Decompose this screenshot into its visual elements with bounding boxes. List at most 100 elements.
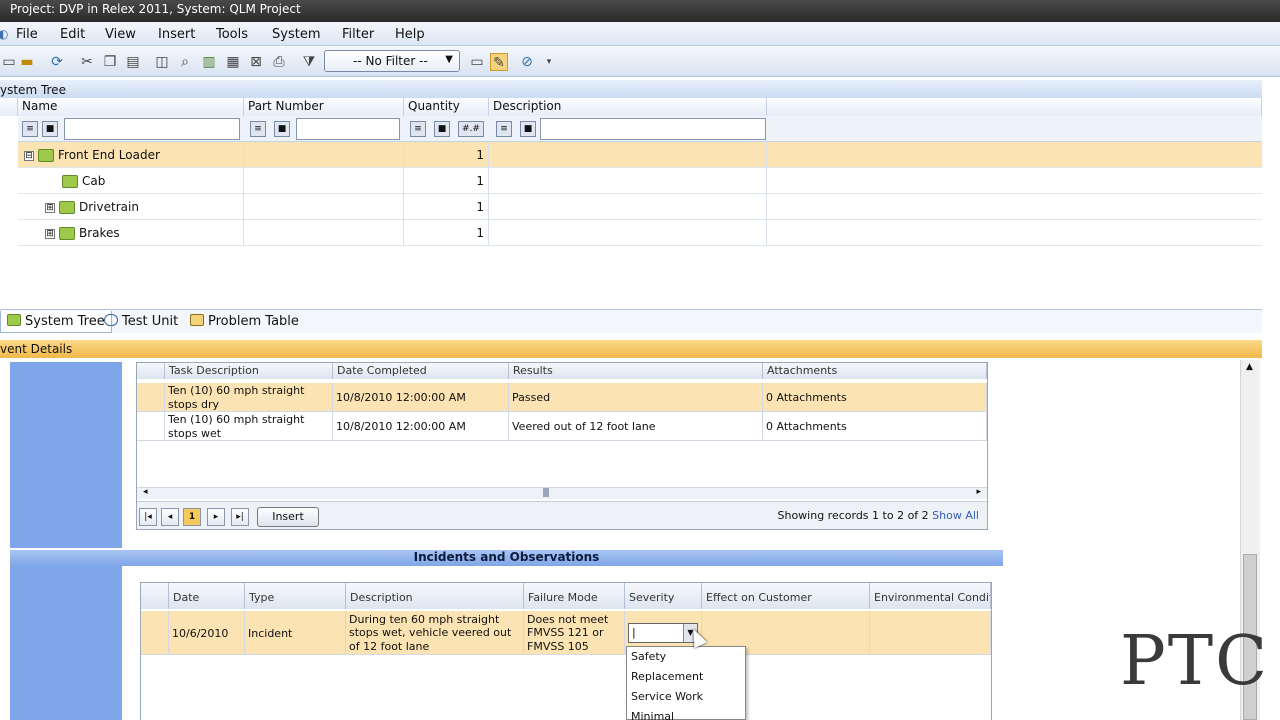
scroll-right-icon[interactable]: ▸ [976, 487, 981, 497]
view-icon[interactable]: ▭ [468, 53, 486, 71]
highlight-icon[interactable]: ✎ [490, 53, 508, 71]
tab-system-tree[interactable]: System Tree [0, 311, 112, 333]
filter-clear-icon[interactable]: ■ [274, 121, 290, 137]
numeric-filter-icon[interactable]: #.# [458, 121, 484, 137]
scroll-left-icon[interactable]: ◂ [143, 487, 148, 497]
menu-system[interactable]: System [272, 27, 320, 42]
col-severity-header[interactable]: Severity [625, 583, 702, 609]
scroll-thumb[interactable] [543, 488, 549, 497]
filter-icon[interactable]: ⧩ [300, 53, 318, 71]
last-page-icon[interactable]: ▸| [231, 508, 249, 526]
collapse-icon[interactable]: ⊟ [24, 150, 34, 161]
overflow-icon[interactable]: ▾ [540, 53, 558, 71]
col-part-number-header[interactable]: Part Number [244, 98, 404, 116]
task-grid: Task Description Date Completed Results … [136, 362, 988, 530]
type-cell: Incident [245, 611, 346, 655]
horizontal-scrollbar[interactable]: ◂ ▸ [137, 487, 987, 499]
col-effect-header[interactable]: Effect on Customer [702, 583, 870, 609]
severity-option-safety[interactable]: Safety [627, 647, 745, 667]
severity-dropdown: Safety Replacement Service Work Minimal [626, 646, 746, 720]
attachments-cell[interactable]: 0 Attachments [763, 383, 987, 412]
filter-clear-icon[interactable]: ■ [520, 121, 536, 137]
find-icon[interactable]: ⌕ [176, 53, 194, 71]
menu-view[interactable]: View [105, 27, 136, 42]
refresh-icon[interactable]: ⟳ [48, 53, 66, 71]
menu-help[interactable]: Help [395, 27, 425, 42]
tree-row[interactable]: ⊞ Brakes 1 [18, 220, 1262, 246]
filter-operator-icon[interactable]: ≡ [22, 121, 38, 137]
help-icon[interactable]: ⊘ [518, 53, 536, 71]
filter-clear-icon[interactable]: ■ [434, 121, 450, 137]
new-icon[interactable]: ▭ [0, 53, 18, 71]
preview-icon[interactable]: ◫ [153, 53, 171, 71]
open-icon[interactable]: ▬ [18, 53, 36, 71]
col-attachments-header[interactable]: Attachments [763, 363, 987, 379]
chart-icon[interactable]: ▥ [200, 53, 218, 71]
tab-problem-table[interactable]: Problem Table [184, 311, 305, 333]
assembly-icon [59, 227, 75, 240]
col-date-header[interactable]: Date [169, 583, 245, 609]
tab-test-unit[interactable]: Test Unit [98, 311, 184, 333]
results-cell: Veered out of 12 foot lane [509, 412, 763, 441]
cut-icon[interactable]: ✂ [78, 53, 96, 71]
tab-label: Test Unit [122, 314, 179, 329]
col-failure-mode-header[interactable]: Failure Mode [524, 583, 625, 609]
col-description-header[interactable]: Description [346, 583, 524, 609]
window-title: Project: DVP in Relex 2011, System: QLM … [10, 2, 301, 16]
col-description-header[interactable]: Description [489, 98, 767, 116]
menu-filter[interactable]: Filter [342, 27, 374, 42]
filter-operator-icon[interactable]: ≡ [250, 121, 266, 137]
col-type-header[interactable]: Type [245, 583, 346, 609]
menu-tools[interactable]: Tools [216, 27, 248, 42]
first-page-icon[interactable]: |◂ [139, 508, 157, 526]
expand-icon[interactable]: ⊞ [45, 228, 55, 239]
event-details-header: vent Details [0, 340, 1262, 358]
date-completed-cell: 10/8/2010 12:00:00 AM [333, 383, 509, 412]
chevron-down-icon: ▼ [445, 54, 453, 65]
severity-option-service-work[interactable]: Service Work [627, 687, 745, 707]
filter-row: ≡ ■ ≡ ■ ≡ ■ #.# ≡ ■ [18, 116, 1262, 142]
filter-clear-icon[interactable]: ■ [42, 121, 58, 137]
col-environmental-header[interactable]: Environmental Conditi [870, 583, 991, 609]
col-date-completed-header[interactable]: Date Completed [333, 363, 509, 379]
menu-insert[interactable]: Insert [158, 27, 195, 42]
col-task-description-header[interactable]: Task Description [165, 363, 333, 379]
tree-row[interactable]: ⊟ Front End Loader 1 [18, 142, 1262, 168]
copy-icon[interactable]: ❐ [101, 53, 119, 71]
task-description-cell: Ten (10) 60 mph straight stops wet [165, 412, 333, 441]
col-name-header[interactable]: Name [18, 98, 244, 116]
paste-icon[interactable]: ▤ [124, 53, 142, 71]
tree-row[interactable]: ⊞ Drivetrain 1 [18, 194, 1262, 220]
table-row[interactable]: Ten (10) 60 mph straight stops dry 10/8/… [137, 383, 987, 412]
show-all-link[interactable]: Show All [932, 509, 979, 522]
severity-option-replacement[interactable]: Replacement [627, 667, 745, 687]
name-filter-input[interactable] [64, 118, 240, 140]
insert-button[interactable]: Insert [257, 507, 319, 527]
expand-icon[interactable]: ⊞ [45, 202, 55, 213]
filter-select[interactable]: -- No Filter -- ▼ [324, 50, 460, 72]
menu-edit[interactable]: Edit [60, 27, 85, 42]
calculator-icon[interactable]: ▦ [224, 53, 242, 71]
filter-operator-icon[interactable]: ≡ [410, 121, 426, 137]
table-row[interactable]: Ten (10) 60 mph straight stops wet 10/8/… [137, 412, 987, 441]
next-page-icon[interactable]: ▸ [207, 508, 225, 526]
scroll-up-icon[interactable]: ▲ [1246, 362, 1253, 372]
current-page[interactable]: 1 [183, 508, 201, 526]
col-quantity-header[interactable]: Quantity [404, 98, 489, 116]
part-number-filter-input[interactable] [296, 118, 400, 140]
attachments-cell[interactable]: 0 Attachments [763, 412, 987, 441]
table-row[interactable]: 10/6/2010 Incident During ten 60 mph str… [141, 611, 991, 655]
export-icon[interactable]: ⊠ [247, 53, 265, 71]
description-filter-input[interactable] [540, 118, 766, 140]
print-icon[interactable]: ⎙ [270, 53, 288, 71]
prev-page-icon[interactable]: ◂ [161, 508, 179, 526]
tree-row[interactable]: Cab 1 [18, 168, 1262, 194]
menu-file[interactable]: File [16, 27, 38, 42]
description-cell: During ten 60 mph straight stops wet, ve… [346, 611, 524, 655]
quantity-cell: 1 [404, 142, 489, 168]
severity-option-minimal[interactable]: Minimal [627, 707, 745, 720]
severity-input[interactable]: | [632, 626, 636, 639]
filter-operator-icon[interactable]: ≡ [496, 121, 512, 137]
col-results-header[interactable]: Results [509, 363, 763, 379]
pager-bar: |◂ ◂ 1 ▸ ▸| Insert Showing records 1 to … [137, 501, 987, 529]
